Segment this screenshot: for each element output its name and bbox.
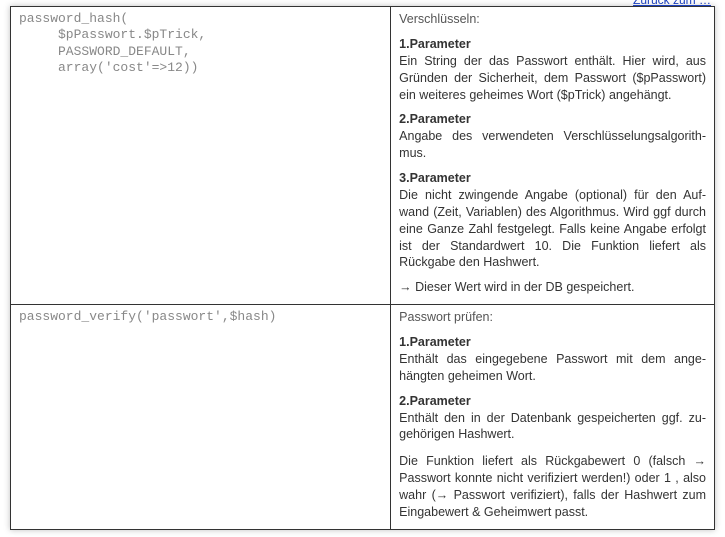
description-cell: Passwort prüfen: 1.Parameter Enthält das… [391, 305, 715, 530]
param-text: Enthält das eingegebene Passwort mit dem… [399, 351, 706, 385]
code-snippet: password_verify('passwort',$hash) [19, 309, 382, 325]
param-label: 1.Parameter [399, 36, 706, 53]
param-label: 2.Parameter [399, 393, 706, 410]
param-label: 3.Parameter [399, 170, 706, 187]
code-snippet: password_hash( $pPasswort.$pTrick, PASSW… [19, 11, 382, 76]
function-doc-table: password_hash( $pPasswort.$pTrick, PASSW… [10, 6, 715, 530]
back-link[interactable]: Zurück zum … [633, 0, 711, 9]
section-heading: Passwort prüfen: [399, 309, 706, 326]
result-text: Die Funktion liefert als Rückgabewert 0 … [399, 453, 706, 521]
note-text: → Dieser Wert wird in der DB gespeichert… [399, 279, 706, 296]
code-cell: password_hash( $pPasswort.$pTrick, PASSW… [11, 7, 391, 305]
table-row: password_verify('passwort',$hash) Passwo… [11, 305, 715, 530]
param-text: Ein String der das Passwort enthält. Hie… [399, 53, 706, 104]
description-cell: Verschlüsseln: 1.Parameter Ein String de… [391, 7, 715, 305]
param-text: Die nicht zwingende Angabe (optional) fü… [399, 187, 706, 271]
param-text: Angabe des verwendeten Verschlüsselungsa… [399, 128, 706, 162]
table-row: password_hash( $pPasswort.$pTrick, PASSW… [11, 7, 715, 305]
section-heading: Verschlüsseln: [399, 11, 706, 28]
code-cell: password_verify('passwort',$hash) [11, 305, 391, 530]
document-table-wrapper: password_hash( $pPasswort.$pTrick, PASSW… [10, 6, 715, 530]
param-label: 1.Parameter [399, 334, 706, 351]
param-label: 2.Parameter [399, 111, 706, 128]
param-text: Enthält den in der Datenbank gespeichert… [399, 410, 706, 444]
